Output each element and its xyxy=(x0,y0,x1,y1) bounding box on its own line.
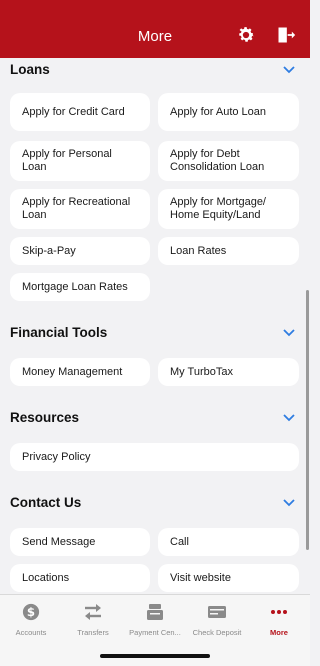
more-menu-list: Loans Apply for Credit Card Apply for Au… xyxy=(0,58,310,594)
section-title: Contact Us xyxy=(10,495,82,510)
section-title: Financial Tools xyxy=(10,325,108,340)
tab-more[interactable]: More xyxy=(248,603,310,643)
tab-label: Accounts xyxy=(15,628,47,637)
tab-transfers[interactable]: Transfers xyxy=(62,603,124,643)
loan-rates-button[interactable]: Loan Rates xyxy=(158,237,299,265)
dollar-circle-icon: $ xyxy=(22,603,40,621)
section-title: Resources xyxy=(10,410,80,425)
page-title: More xyxy=(137,28,173,45)
tab-accounts[interactable]: $ Accounts xyxy=(0,603,62,643)
apply-credit-card-button[interactable]: Apply for Credit Card xyxy=(10,93,150,131)
tab-label: More xyxy=(270,628,288,637)
app-header: More xyxy=(0,0,310,58)
gear-icon[interactable] xyxy=(236,25,256,45)
chevron-down-icon xyxy=(283,499,295,507)
tab-label: Payment Cen... xyxy=(129,628,181,637)
section-header-loans[interactable]: Loans xyxy=(0,58,310,82)
privacy-policy-button[interactable]: Privacy Policy xyxy=(10,443,299,471)
tab-check-deposit[interactable]: Check Deposit xyxy=(186,603,248,643)
visit-website-button[interactable]: Visit website xyxy=(158,564,299,592)
svg-text:$: $ xyxy=(27,605,35,619)
scrollbar[interactable] xyxy=(306,290,309,550)
apply-debt-consolidation-button[interactable]: Apply for Debt Consolidation Loan xyxy=(158,141,299,181)
skip-a-pay-button[interactable]: Skip-a-Pay xyxy=(10,237,150,265)
section-title: Loans xyxy=(10,62,50,77)
section-header-resources[interactable]: Resources xyxy=(0,406,310,430)
tab-payment-center[interactable]: Payment Cen... xyxy=(124,603,186,643)
apply-auto-loan-button[interactable]: Apply for Auto Loan xyxy=(158,93,299,131)
locations-button[interactable]: Locations xyxy=(10,564,150,592)
transfer-arrows-icon xyxy=(85,604,101,620)
tab-label: Transfers xyxy=(77,628,109,637)
section-header-contact-us[interactable]: Contact Us xyxy=(0,491,310,515)
section-header-financial-tools[interactable]: Financial Tools xyxy=(0,321,310,345)
chevron-down-icon xyxy=(283,329,295,337)
chevron-down-icon xyxy=(283,66,295,74)
call-button[interactable]: Call xyxy=(158,528,299,556)
apply-mortgage-button[interactable]: Apply for Mortgage/ Home Equity/Land xyxy=(158,189,299,229)
my-turbotax-button[interactable]: My TurboTax xyxy=(158,358,299,386)
payment-center-icon xyxy=(147,604,163,620)
send-message-button[interactable]: Send Message xyxy=(10,528,150,556)
more-dots-icon xyxy=(271,610,287,614)
apply-personal-loan-button[interactable]: Apply for Personal Loan xyxy=(10,141,150,181)
exit-door-icon[interactable] xyxy=(276,25,296,45)
mortgage-loan-rates-button[interactable]: Mortgage Loan Rates xyxy=(10,273,150,301)
money-management-button[interactable]: Money Management xyxy=(10,358,150,386)
chevron-down-icon xyxy=(283,414,295,422)
check-deposit-icon xyxy=(208,606,226,618)
home-indicator xyxy=(100,654,210,658)
tab-label: Check Deposit xyxy=(192,628,242,637)
apply-recreational-loan-button[interactable]: Apply for Recreational Loan xyxy=(10,189,150,229)
